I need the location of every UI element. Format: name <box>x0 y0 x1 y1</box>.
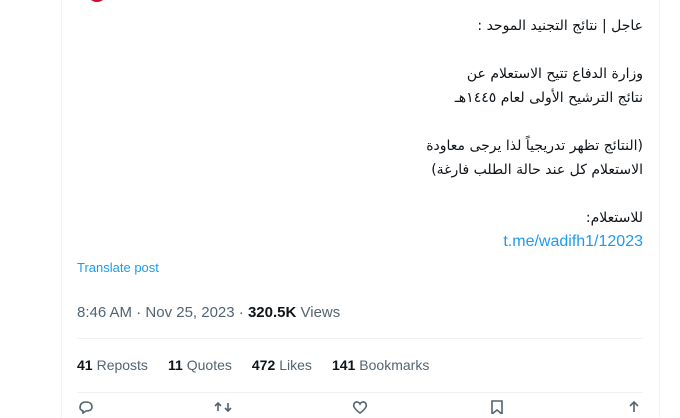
quotes-label: Quotes <box>186 357 232 373</box>
likes-stat[interactable]: 472 Likes <box>252 357 312 373</box>
tweet-line: نتائج الترشيح الأولى لعام ١٤٤٥هـ <box>454 90 643 106</box>
meta-separator: · <box>132 304 146 321</box>
like-icon[interactable] <box>351 400 369 414</box>
tweet-line: للاستعلام: <box>585 210 643 226</box>
engagement-stats: 41 Reposts 11 Quotes 472 Likes 141 Bookmarks <box>77 357 429 373</box>
bookmarks-stat[interactable]: 141 Bookmarks <box>332 357 429 373</box>
tweet-line: (النتائج تظهر تدريجياً لذا يرجى معاودة <box>426 138 643 154</box>
reposts-stat[interactable]: 41 Reposts <box>77 357 148 373</box>
reply-icon[interactable] <box>77 400 95 414</box>
views-label: Views <box>300 304 341 321</box>
reposts-count: 41 <box>77 357 93 373</box>
tweet-link-line: t.me/wadifh1/12023 <box>143 230 643 254</box>
views-count: 320.5K <box>247 304 297 321</box>
tweet-meta: 8:46 AM · Nov 25, 2023 · 320.5K Views <box>77 304 340 321</box>
translate-post-link[interactable]: Translate post <box>77 260 159 275</box>
bookmarks-count: 141 <box>331 357 356 373</box>
quotes-count: 11 <box>167 357 183 373</box>
bookmark-icon[interactable] <box>488 400 506 414</box>
tweet-line: الاستعلام كل عند حالة الطلب فارغة) <box>431 162 643 178</box>
tweet-line-break <box>143 182 643 206</box>
bookmarks-label: Bookmarks <box>359 357 430 373</box>
repost-icon[interactable] <box>214 400 232 414</box>
divider <box>77 392 643 393</box>
tweet-line: عاجل | نتائج التجنيد الموحد : <box>477 18 643 34</box>
tweet-time[interactable]: 8:46 AM <box>77 304 132 321</box>
tweet-line: وزارة الدفاع تتيح الاستعلام عن <box>466 66 643 82</box>
tweet-text: عاجل | نتائج التجنيد الموحد : وزارة الدف… <box>143 14 643 254</box>
quotes-stat[interactable]: 11 Quotes <box>168 357 232 373</box>
reposts-label: Reposts <box>96 357 148 373</box>
action-bar <box>77 400 643 414</box>
share-icon[interactable] <box>625 400 643 414</box>
tweet-link[interactable]: t.me/wadifh1/12023 <box>503 230 643 254</box>
divider <box>77 338 643 339</box>
tweet-line-break <box>143 38 643 62</box>
likes-count: 472 <box>251 357 276 373</box>
tweet-date[interactable]: Nov 25, 2023 <box>145 304 234 321</box>
tweet-line-break <box>143 110 643 134</box>
meta-separator: · <box>234 304 248 321</box>
likes-label: Likes <box>279 357 312 373</box>
